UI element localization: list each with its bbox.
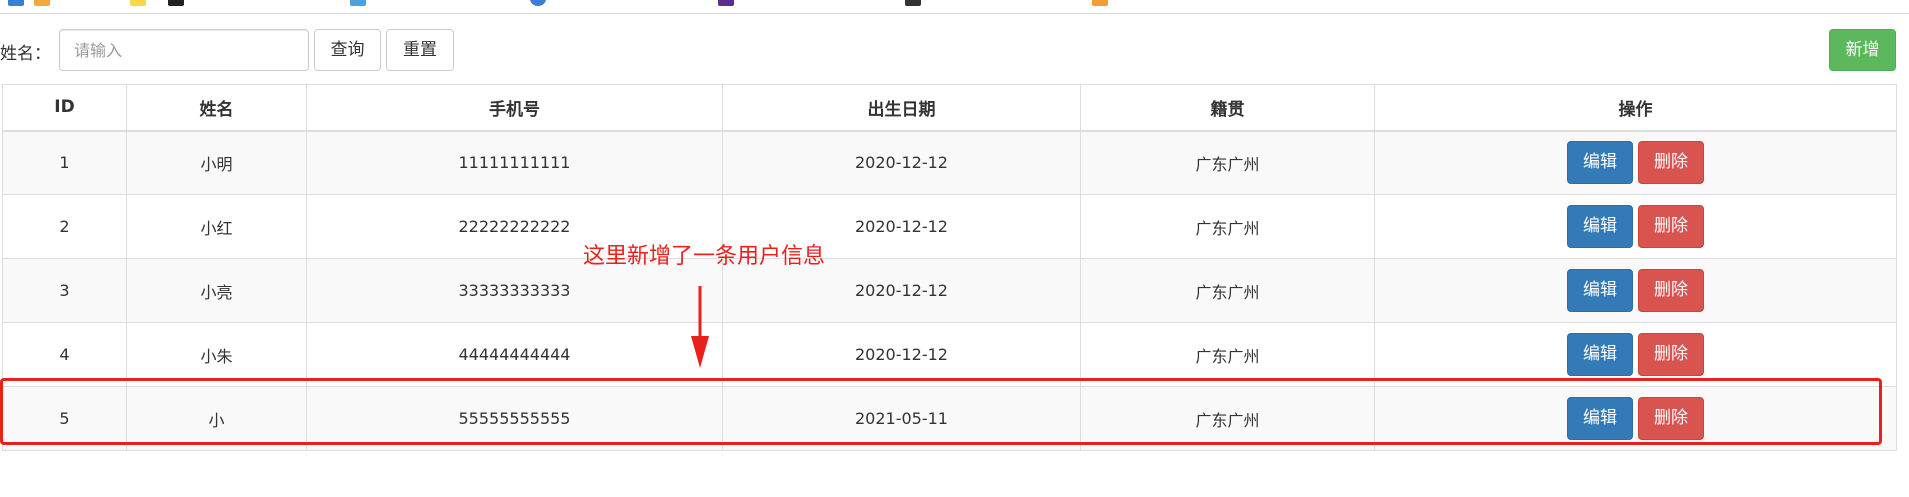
table-row: 1 小明 11111111111 2020-12-12 广东广州 编辑 删除 [2,130,1897,195]
page: 姓名： 查询 重置 新增 ID 姓名 手机号 出生日期 籍贯 操作 [0,0,1909,497]
cell-origin: 广东广州 [1080,194,1375,259]
delete-button[interactable]: 删除 [1638,397,1704,440]
bookmark-icon[interactable] [8,0,24,6]
cell-origin: 广东广州 [1080,322,1375,387]
annotation-arrow-icon [691,286,709,368]
cell-actions: 编辑 删除 [1374,386,1897,451]
cell-actions: 编辑 删除 [1374,194,1897,259]
cell-actions: 编辑 删除 [1374,130,1897,195]
cell-name: 小明 [126,130,307,195]
table-row: 4 小朱 44444444444 2020-12-12 广东广州 编辑 删除 [2,322,1897,387]
cell-name: 小红 [126,194,307,259]
bookmark-icon[interactable] [34,0,50,6]
cell-phone: 55555555555 [306,386,723,451]
cell-origin: 广东广州 [1080,130,1375,195]
edit-button[interactable]: 编辑 [1567,205,1633,248]
cell-actions: 编辑 删除 [1374,258,1897,323]
user-table: ID 姓名 手机号 出生日期 籍贯 操作 1 小明 11111111111 20… [2,84,1897,451]
delete-button[interactable]: 删除 [1638,333,1704,376]
edit-button[interactable]: 编辑 [1567,269,1633,312]
cell-birth-date: 2021-05-11 [722,386,1081,451]
cell-id: 4 [2,322,127,387]
cell-phone: 44444444444 [306,322,723,387]
cell-name: 小 [126,386,307,451]
cell-origin: 广东广州 [1080,386,1375,451]
table-header-row: ID 姓名 手机号 出生日期 籍贯 操作 [2,84,1897,132]
column-header-id: ID [2,84,127,132]
bookmark-icon[interactable] [718,0,734,6]
delete-button[interactable]: 删除 [1638,141,1704,185]
reset-button[interactable]: 重置 [386,29,454,71]
bookmark-icon[interactable] [168,0,184,6]
cell-name: 小亮 [126,258,307,323]
column-header-origin: 籍贯 [1080,84,1375,132]
edit-button[interactable]: 编辑 [1567,141,1633,185]
edit-button[interactable]: 编辑 [1567,333,1633,376]
annotation-text: 这里新增了一条用户信息 [583,244,826,269]
cell-origin: 广东广州 [1080,258,1375,323]
search-input[interactable] [59,29,309,71]
query-button[interactable]: 查询 [314,29,381,71]
column-header-phone: 手机号 [306,84,723,132]
bookmarks-bar [0,0,1909,14]
cell-name: 小朱 [126,322,307,387]
column-header-birth-date: 出生日期 [722,84,1081,132]
table-row: 3 小亮 33333333333 2020-12-12 广东广州 编辑 删除 [2,258,1897,323]
cell-id: 3 [2,258,127,323]
cell-id: 2 [2,194,127,259]
bookmark-icon[interactable] [905,0,921,6]
column-header-actions: 操作 [1374,84,1897,132]
cell-phone: 11111111111 [306,130,723,195]
bookmark-icon[interactable] [350,0,366,6]
cell-birth-date: 2020-12-12 [722,322,1081,387]
bookmark-icon[interactable] [130,0,146,6]
edit-button[interactable]: 编辑 [1567,397,1633,440]
search-label: 姓名： [0,44,51,64]
table-row: 2 小红 22222222222 2020-12-12 广东广州 编辑 删除 [2,194,1897,259]
column-header-name: 姓名 [126,84,307,132]
delete-button[interactable]: 删除 [1638,205,1704,248]
add-button[interactable]: 新增 [1829,29,1896,71]
bookmark-icon[interactable] [530,0,546,6]
cell-id: 1 [2,130,127,195]
cell-actions: 编辑 删除 [1374,322,1897,387]
cell-id: 5 [2,386,127,451]
delete-button[interactable]: 删除 [1638,269,1704,312]
search-bar: 姓名： 查询 重置 新增 [0,29,1909,71]
bookmark-icon[interactable] [1092,0,1108,6]
cell-birth-date: 2020-12-12 [722,130,1081,195]
table-row: 5 小 55555555555 2021-05-11 广东广州 编辑 删除 [2,386,1897,451]
